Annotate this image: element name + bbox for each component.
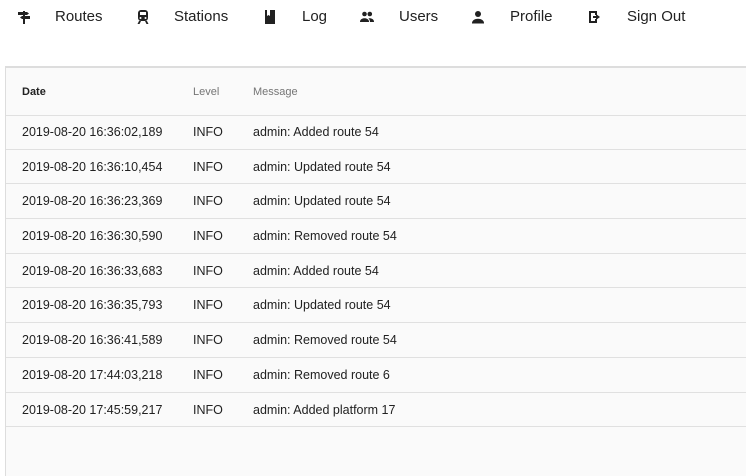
cell-level: INFO: [193, 333, 223, 348]
table-row: 2019-08-20 16:36:10,454 INFO admin: Upda…: [6, 150, 746, 185]
cell-date: 2019-08-20 16:36:33,683: [22, 263, 163, 278]
cell-level: INFO: [193, 194, 223, 209]
cell-date: 2019-08-20 16:36:41,589: [22, 333, 163, 348]
log-table-panel: Date Level Message 2019-08-20 16:36:02,1…: [5, 66, 746, 476]
top-nav: Routes Stations Log Users Profile Sign O…: [0, 0, 746, 34]
cell-message: admin: Removed route 54: [253, 333, 397, 348]
exit-icon: [589, 11, 600, 23]
cell-date: 2019-08-20 16:36:10,454: [22, 159, 163, 174]
table-row: 2019-08-20 17:45:59,217 INFO admin: Adde…: [6, 393, 746, 428]
column-header-message[interactable]: Message: [253, 85, 298, 99]
column-header-date[interactable]: Date: [22, 85, 46, 99]
cell-message: admin: Added route 54: [253, 263, 379, 278]
cell-message: admin: Updated route 54: [253, 159, 391, 174]
table-row: 2019-08-20 16:36:35,793 INFO admin: Upda…: [6, 288, 746, 324]
cell-message: admin: Removed route 54: [253, 229, 397, 244]
signpost-icon: [18, 11, 30, 24]
cell-level: INFO: [193, 229, 223, 244]
cell-message: admin: Updated route 54: [253, 298, 391, 313]
nav-label-sign-out: Sign Out: [627, 8, 686, 25]
nav-label-log: Log: [302, 8, 328, 25]
cell-date: 2019-08-20 16:36:35,793: [22, 298, 163, 313]
cell-message: admin: Added route 54: [253, 125, 379, 139]
cell-date: 2019-08-20 16:36:30,590: [22, 229, 163, 244]
cell-date: 2019-08-20 16:36:23,369: [22, 194, 163, 209]
table-row: 2019-08-20 17:44:03,218 INFO admin: Remo…: [6, 358, 746, 393]
cell-level: INFO: [193, 367, 223, 382]
table-row: 2019-08-20 16:36:30,590 INFO admin: Remo…: [6, 219, 746, 254]
table-row: 2019-08-20 16:36:02,189 INFO admin: Adde…: [6, 115, 746, 150]
cell-level: INFO: [193, 402, 223, 417]
cell-message: admin: Updated route 54: [253, 194, 391, 209]
nav-label-stations: Stations: [174, 8, 229, 25]
table-row: 2019-08-20 16:36:41,589 INFO admin: Remo…: [6, 323, 746, 358]
users-icon: [360, 11, 374, 22]
cell-level: INFO: [193, 159, 223, 174]
cell-level: INFO: [193, 298, 223, 313]
column-header-level[interactable]: Level: [193, 85, 219, 99]
cell-level: INFO: [193, 263, 223, 278]
cell-date: 2019-08-20 17:45:59,217: [22, 402, 163, 417]
cell-date: 2019-08-20 16:36:02,189: [22, 125, 163, 139]
nav-label-users: Users: [399, 8, 439, 25]
table-body: 2019-08-20 16:36:02,189 INFO admin: Adde…: [6, 115, 746, 428]
nav-label-profile: Profile: [510, 8, 553, 25]
cell-message: admin: Added platform 17: [253, 402, 396, 417]
train-icon: [137, 10, 149, 24]
table-row: 2019-08-20 16:36:33,683 INFO admin: Adde…: [6, 254, 746, 289]
person-icon: [472, 11, 484, 24]
table-row: 2019-08-20 16:36:23,369 INFO admin: Upda…: [6, 184, 746, 220]
cell-date: 2019-08-20 17:44:03,218: [22, 367, 163, 382]
cell-message: admin: Removed route 6: [253, 367, 390, 382]
book-icon: [265, 10, 275, 24]
cell-level: INFO: [193, 125, 223, 139]
nav-label-routes: Routes: [55, 8, 103, 25]
table-header: Date Level Message: [6, 68, 746, 116]
